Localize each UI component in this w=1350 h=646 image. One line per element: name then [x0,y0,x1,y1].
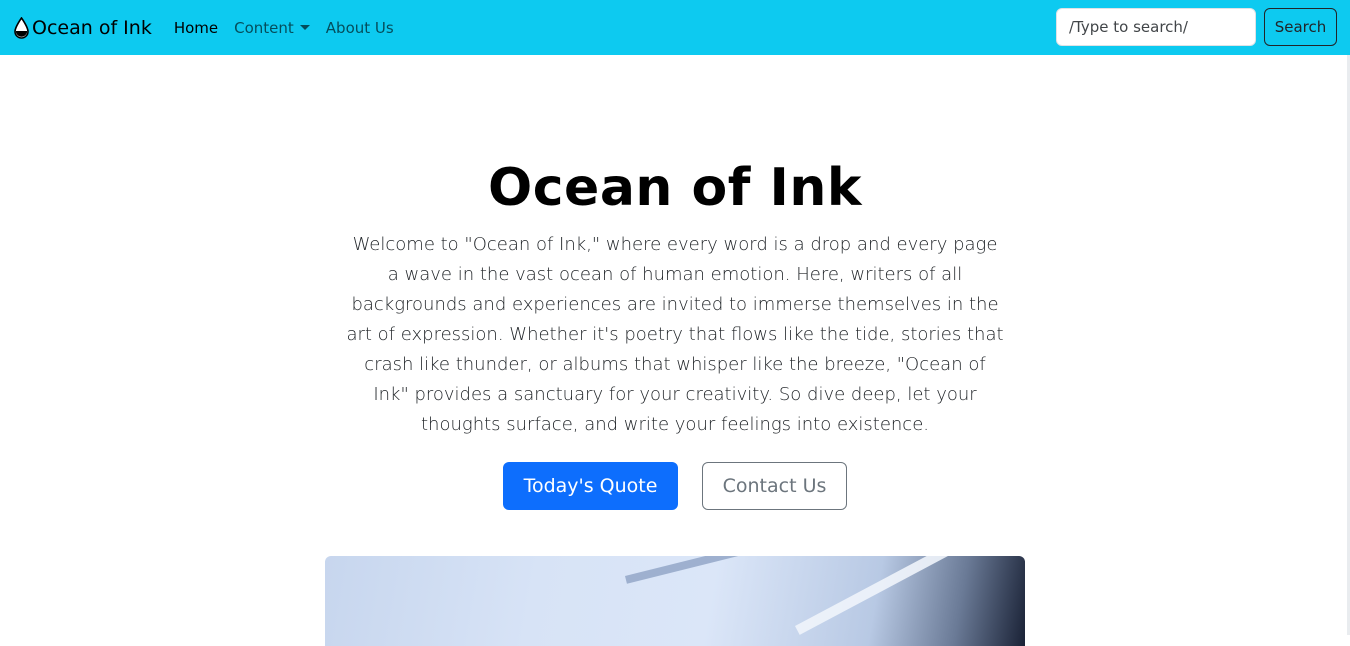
nav-about-us[interactable]: About Us [326,19,394,37]
contact-us-button[interactable]: Contact Us [702,462,847,510]
ink-drop-icon [14,16,29,39]
hero-image [325,556,1025,646]
nav-content-dropdown[interactable]: Content [234,19,310,37]
hero-description: Welcome to "Ocean of Ink," where every w… [346,234,1004,435]
caret-down-icon [299,25,310,30]
nav-home[interactable]: Home [174,19,218,37]
search-input[interactable] [1056,8,1256,46]
nav-home-label: Home [173,18,219,37]
search-button[interactable]: Search [1264,8,1337,46]
hero-button-row: Today's Quote Contact Us [0,462,1350,510]
search-form: Search [1056,8,1337,46]
hero-section: Ocean of Ink Welcome to "Ocean of Ink," … [0,55,1350,510]
pen-highlight [795,556,1025,635]
nav-about-label: About Us [325,18,394,37]
todays-quote-button[interactable]: Today's Quote [503,462,678,510]
nav-content-label: Content [234,18,294,37]
pen-shape [625,556,1025,584]
top-navbar: Ocean of Ink Home Content About Us Searc… [0,0,1350,55]
brand-name: Ocean of Ink [32,16,152,39]
hero-title: Ocean of Ink [488,158,862,218]
brand-link[interactable]: Ocean of Ink [13,16,152,39]
